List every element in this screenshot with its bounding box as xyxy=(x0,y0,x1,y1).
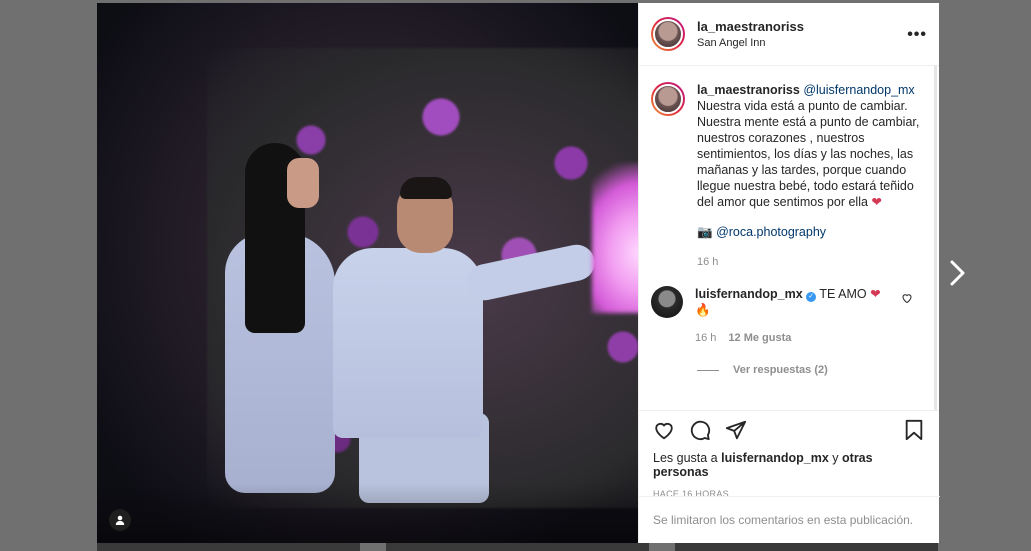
caption-mention[interactable]: @luisfernandop_mx xyxy=(803,83,914,97)
post-header: la_maestranoriss San Angel Inn ••• xyxy=(639,3,939,66)
grid-thumbnail xyxy=(97,543,360,551)
photo-man-hair xyxy=(400,177,452,199)
photo-man xyxy=(333,248,483,438)
grid-thumbnail xyxy=(386,543,649,551)
caption-time[interactable]: 16 h xyxy=(697,254,922,270)
comments-list[interactable]: la_maestranoriss @luisfernandop_mx Nuest… xyxy=(639,66,939,411)
caption-username[interactable]: la_maestranoriss xyxy=(697,83,800,97)
replies-divider xyxy=(697,369,719,371)
heart-icon[interactable] xyxy=(653,419,675,441)
caption: la_maestranoriss @luisfernandop_mx Nuest… xyxy=(651,82,927,270)
photo-fade xyxy=(97,483,638,543)
author-avatar[interactable] xyxy=(651,17,685,51)
verified-badge-icon: ✓ xyxy=(806,292,817,302)
grid-thumbnail xyxy=(675,543,938,551)
post-location[interactable]: San Angel Inn xyxy=(697,37,804,49)
user-icon xyxy=(115,515,125,525)
post-photo[interactable] xyxy=(97,3,638,543)
chevron-right-icon[interactable] xyxy=(948,258,968,288)
bookmark-icon[interactable] xyxy=(903,419,925,441)
photo-pink-flare xyxy=(592,163,638,313)
likes-summary: Les gusta a luisfernandop_mx y otras per… xyxy=(639,451,939,479)
caption-text: Nuestra vida está a punto de cambiar. Nu… xyxy=(697,99,920,209)
comment-time[interactable]: 16 h xyxy=(695,330,716,346)
comment-icon[interactable] xyxy=(689,419,711,441)
likes-user[interactable]: luisfernandop_mx xyxy=(721,451,829,465)
action-bar xyxy=(639,411,939,449)
heart-emoji-icon: ❤ xyxy=(871,195,882,209)
comments-scrollbar[interactable] xyxy=(934,66,937,410)
comment-text: TE AMO xyxy=(819,287,867,301)
heart-emoji-icon: ❤ xyxy=(870,287,881,301)
more-options-button[interactable]: ••• xyxy=(907,26,927,44)
comment-likes[interactable]: 12 Me gusta xyxy=(728,330,791,346)
tagged-users-button[interactable] xyxy=(109,509,131,531)
post-details-panel: la_maestranoriss San Angel Inn ••• la_ma… xyxy=(638,3,940,543)
view-replies-button[interactable]: Ver respuestas (2) xyxy=(697,364,927,376)
comment-like-icon[interactable] xyxy=(901,292,913,304)
likes-prefix: Les gusta a xyxy=(653,451,718,465)
fire-emoji-icon: 🔥 xyxy=(695,303,711,317)
send-icon[interactable] xyxy=(725,419,747,441)
camera-emoji-icon: 📷 xyxy=(697,225,713,239)
view-replies-label: Ver respuestas (2) xyxy=(733,364,828,376)
caption-avatar[interactable] xyxy=(651,82,685,116)
photo-woman-face xyxy=(287,158,319,208)
author-username[interactable]: la_maestranoriss xyxy=(697,19,804,34)
commenter-username[interactable]: luisfernandop_mx xyxy=(695,287,803,301)
photographer-mention[interactable]: @roca.photography xyxy=(716,225,826,239)
likes-joiner: y xyxy=(832,451,839,465)
comments-limited-notice: Se limitaron los comentarios en esta pub… xyxy=(639,496,940,543)
comment-item: luisfernandop_mx ✓ TE AMO ❤ 🔥 16 h 12 Me… xyxy=(651,286,927,346)
commenter-avatar[interactable] xyxy=(651,286,683,318)
